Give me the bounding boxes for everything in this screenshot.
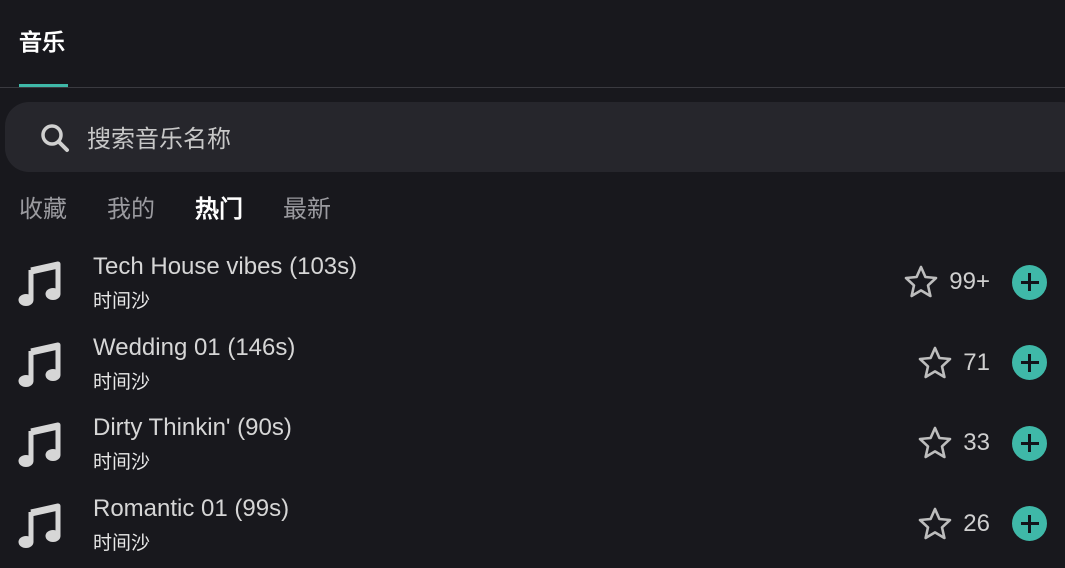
- track-author: 时间沙: [93, 370, 151, 393]
- favorite-count: 26: [963, 509, 990, 537]
- track-title: Tech House vibes (103s): [93, 253, 358, 280]
- track-author: 时间沙: [93, 290, 151, 312]
- filter-tab-mine[interactable]: 我的: [107, 190, 155, 230]
- track-actions: 33: [917, 423, 1047, 463]
- star-icon[interactable]: [903, 264, 939, 300]
- music-note-icon: [18, 503, 61, 548]
- track-title: Dirty Thinkin' (90s): [93, 414, 292, 441]
- track-actions: 99+: [903, 262, 1047, 302]
- search-input[interactable]: [85, 120, 989, 158]
- filter-tabs: 收藏 我的 热门 最新: [19, 190, 371, 230]
- track-author: 时间沙: [93, 451, 151, 473]
- music-note-icon: [18, 342, 61, 387]
- track-actions: 26: [917, 504, 1047, 544]
- track-actions: 71: [917, 343, 1047, 383]
- search-bar[interactable]: [5, 102, 1065, 172]
- star-icon[interactable]: [917, 345, 953, 381]
- tab-active-indicator: [19, 84, 68, 87]
- filter-tab-favorites[interactable]: 收藏: [19, 190, 67, 230]
- music-note-icon: [18, 422, 61, 467]
- music-note-icon: [18, 261, 61, 306]
- list-item[interactable]: Wedding 01 (146s) 时间沙 71: [0, 323, 1065, 404]
- track-author: 时间沙: [93, 531, 151, 554]
- music-panel: 音乐 收藏 我的 热门 最新 Tech House vibes (103s) 时…: [0, 0, 1065, 568]
- track-title: Wedding 01 (146s): [93, 333, 296, 361]
- track-title: Romantic 01 (99s): [93, 494, 290, 522]
- list-item[interactable]: Dirty Thinkin' (90s) 时间沙 33: [0, 403, 1065, 484]
- add-button[interactable]: [1012, 506, 1047, 541]
- filter-tab-latest[interactable]: 最新: [283, 190, 331, 230]
- search-icon: [41, 124, 69, 152]
- list-item[interactable]: Romantic 01 (99s) 时间沙 26: [0, 484, 1065, 565]
- header: 音乐: [0, 0, 1065, 88]
- favorite-count: 71: [963, 348, 990, 376]
- filter-tab-hot[interactable]: 热门: [195, 190, 243, 230]
- tab-music[interactable]: 音乐: [19, 26, 65, 60]
- star-icon[interactable]: [917, 425, 953, 461]
- favorite-count: 99+: [949, 268, 990, 295]
- track-list: Tech House vibes (103s) 时间沙 99+ Wedding …: [0, 242, 1065, 564]
- add-button[interactable]: [1012, 425, 1047, 461]
- add-button[interactable]: [1012, 264, 1047, 300]
- list-item[interactable]: Tech House vibes (103s) 时间沙 99+: [0, 242, 1065, 323]
- star-icon[interactable]: [917, 506, 953, 542]
- favorite-count: 33: [963, 429, 990, 456]
- add-button[interactable]: [1012, 345, 1047, 380]
